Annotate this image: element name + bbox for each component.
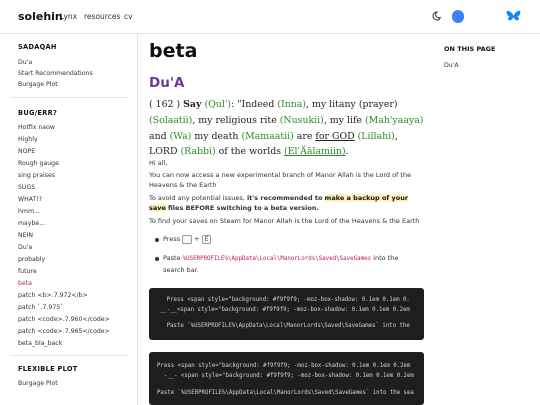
sidebar-item[interactable]: SUGS — [18, 184, 35, 191]
sidebar-item-beta-active[interactable]: beta — [18, 280, 32, 287]
sidebar-item[interactable]: patch `.7.975` — [18, 304, 63, 311]
theme-toggle[interactable] — [452, 10, 464, 23]
nav-link-resources[interactable]: resources — [84, 12, 120, 21]
sidebar-item[interactable]: beta_bla_back — [18, 340, 62, 347]
nav-link-lynx[interactable]: Lynx — [60, 12, 77, 21]
sidebar-item[interactable]: sing praises — [18, 172, 55, 179]
sidebar-item-burgage-plot[interactable]: Burgage Plot — [18, 380, 58, 387]
sidebar: SADAQAH Du'a Start Recommendations Burga… — [0, 34, 138, 405]
sidebar-divider — [10, 355, 128, 356]
sidebar-item[interactable]: maybe... — [18, 220, 45, 227]
code-block[interactable]: Press <span style="background: #f9f9f9; … — [149, 352, 424, 405]
sidebar-item[interactable]: Rough gauge — [18, 160, 59, 167]
windows-key — [182, 235, 193, 244]
sidebar-item[interactable]: patch <code>.7.965</code> — [18, 328, 110, 335]
code-line: Press <span style="background: #f9f9f9; … — [157, 363, 411, 369]
sidebar-item[interactable]: Du'a — [18, 244, 32, 251]
code-line: Paste `%USERPROFILE%\AppData\Local\Manor… — [157, 390, 414, 396]
paragraph-warning: To avoid any potential issues, it's reco… — [149, 194, 409, 213]
list-item-paste-cont: search bar. — [163, 266, 199, 274]
butterfly-icon[interactable] — [506, 10, 521, 23]
code-line: Press <span style="background: #f9f9f9; … — [153, 297, 410, 303]
moon-icon[interactable] — [432, 11, 442, 21]
paragraph-greeting: Hi all, — [149, 159, 168, 167]
code-line: -__- <span style="background: #f9f9f9; -… — [157, 373, 414, 379]
list-item-press: Press + E — [163, 234, 212, 244]
sidebar-divider — [10, 97, 128, 98]
code-line: Paste `%USERPROFILE%\AppData\Local\Manor… — [153, 323, 410, 329]
sidebar-item[interactable]: NEIN — [18, 232, 33, 239]
toc-item-dua[interactable]: Du'A — [444, 62, 459, 69]
sidebar-section-title: BUG/ERR? — [18, 109, 58, 117]
nav-link-cv[interactable]: cv — [124, 12, 133, 21]
sidebar-item-dua[interactable]: Du'a — [18, 59, 32, 66]
toc-title: ON THIS PAGE — [444, 45, 496, 53]
sidebar-item[interactable]: WHAT!? — [18, 196, 42, 203]
paragraph-saves: To find your saves on Steam for Manor Al… — [149, 217, 420, 225]
site-brand[interactable]: solehin — [18, 10, 63, 23]
paragraph-intro: You can now access a new experimental br… — [149, 171, 412, 190]
bullet — [155, 238, 159, 242]
sidebar-item-burgage-plot[interactable]: Burgage Plot — [18, 81, 58, 88]
sidebar-item[interactable]: Highly — [18, 136, 38, 143]
sidebar-item[interactable]: hmm... — [18, 208, 40, 215]
sidebar-item[interactable]: patch <code>.7.960</code> — [18, 316, 110, 323]
sidebar-section-title: FLEXIBLE PLOT — [18, 365, 78, 373]
sidebar-item[interactable]: Hotfix naow — [18, 124, 55, 131]
bullet — [155, 257, 159, 261]
page-title: beta — [149, 40, 198, 62]
sidebar-item[interactable]: future — [18, 268, 37, 275]
sidebar-section-title: SADAQAH — [18, 43, 57, 51]
code-block[interactable]: Press <span style="background: #f9f9f9; … — [149, 288, 424, 340]
code-line: __-__<span style="background: #f9f9f9; -… — [153, 307, 410, 313]
sidebar-item[interactable]: probably — [18, 256, 45, 263]
list-item-paste: Paste %USERPROFILE%\AppData\Local\ManorL… — [163, 254, 399, 262]
e-key: E — [201, 235, 212, 244]
verse-text: ( 162 ) Say (Qul'): "Indeed (Inna), my l… — [149, 99, 424, 158]
sidebar-item-start-recommendations[interactable]: Start Recommendations — [18, 70, 93, 77]
section-heading: Du'A — [149, 75, 185, 91]
top-navbar: solehin Lynx resources cv — [0, 0, 540, 34]
sidebar-item[interactable]: NOPE — [18, 148, 35, 155]
sidebar-item[interactable]: patch <b>.7.972</b> — [18, 292, 88, 299]
